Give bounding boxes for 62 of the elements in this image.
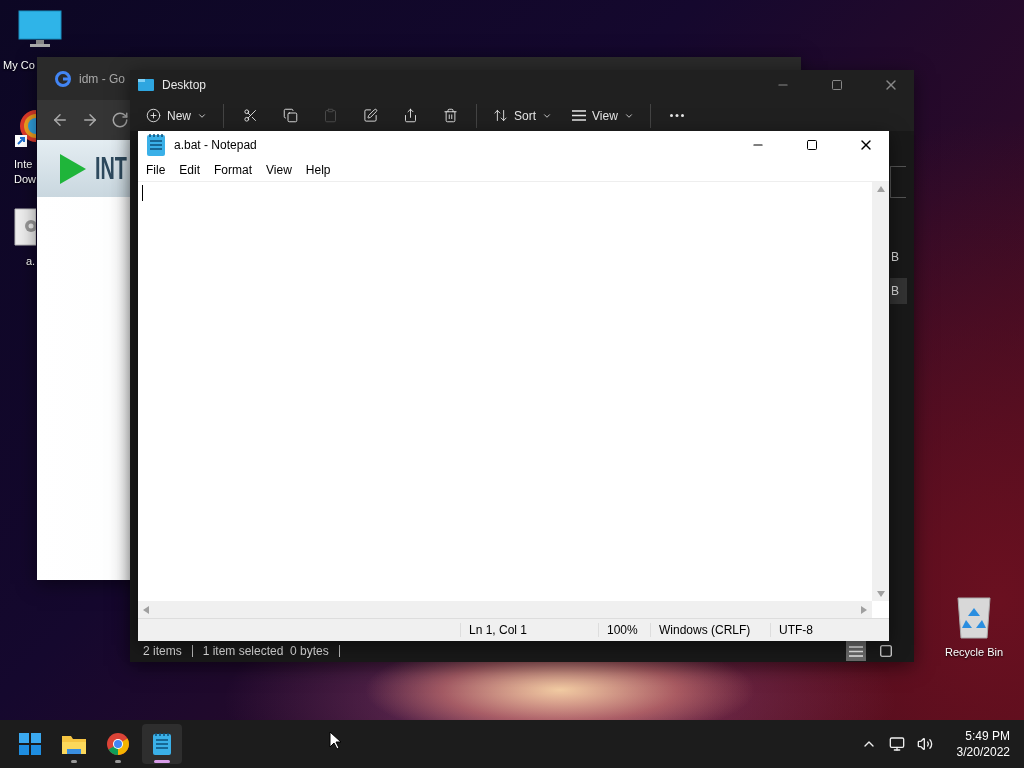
app-shortcut-icon [14, 108, 36, 148]
desktop-icon-label[interactable]: My Co [3, 58, 35, 73]
horizontal-scrollbar[interactable] [138, 601, 872, 618]
desktop-icon-label[interactable]: Inte [14, 157, 33, 172]
maximize-icon [806, 139, 818, 151]
back-icon[interactable] [51, 111, 69, 129]
more-icon [669, 114, 684, 117]
desktop-icon-label[interactable]: a. [26, 254, 36, 269]
menu-item[interactable]: Help [298, 163, 338, 177]
status-text: Windows (CRLF) [650, 623, 770, 637]
scroll-right-icon [861, 605, 867, 614]
windows-start-icon [18, 732, 42, 756]
notepad-icon [152, 732, 172, 756]
reload-icon[interactable] [111, 111, 129, 129]
network-icon [888, 736, 905, 752]
menu-item[interactable]: View [259, 163, 299, 177]
window-title: a.bat - Notepad [174, 138, 257, 152]
taskbar-app-button[interactable] [142, 724, 182, 764]
status-text: 100% [598, 623, 650, 637]
file-size-cell[interactable]: B [890, 244, 907, 270]
details-view-button[interactable] [846, 641, 866, 661]
mouse-pointer-icon [329, 730, 341, 750]
vertical-scrollbar[interactable] [872, 182, 889, 601]
google-icon [55, 70, 71, 87]
settings-file-icon [14, 208, 36, 246]
clock-time[interactable]: 5:49 PM [965, 728, 1010, 744]
browser-tab-title[interactable]: idm - Go [79, 71, 125, 86]
desktop-icon-label[interactable]: Dow [14, 172, 36, 187]
status-text: UTF-8 [770, 623, 880, 637]
forward-icon[interactable] [81, 111, 99, 129]
scroll-left-icon [143, 605, 149, 614]
clock-date[interactable]: 3/20/2022 [956, 744, 1010, 760]
scroll-down-icon [876, 591, 885, 597]
notepad-icon [146, 133, 166, 157]
recycle-bin-icon [956, 596, 992, 640]
menu-item[interactable]: Format [207, 163, 260, 177]
sort-icon [493, 108, 508, 123]
tiles-icon [879, 644, 893, 658]
play-logo-icon [59, 152, 87, 185]
monitor-icon [18, 10, 62, 48]
sort-button[interactable]: Sort [485, 102, 561, 129]
scroll-up-icon [876, 186, 885, 192]
details-icon [849, 645, 863, 657]
menu-item[interactable]: Edit [172, 163, 208, 177]
file-size-cell[interactable]: B [890, 278, 907, 304]
new-button[interactable]: New [138, 102, 215, 129]
add-icon [146, 108, 161, 123]
chrome-icon [106, 732, 130, 756]
status-text: 1 item selected 0 bytes [202, 644, 329, 658]
volume-icon [916, 736, 933, 752]
view-icon [572, 110, 587, 121]
view-button[interactable]: View [564, 102, 642, 129]
status-text: 2 items [143, 644, 182, 658]
menu-item[interactable]: File [139, 163, 173, 177]
window-title: Desktop [162, 78, 207, 92]
search-field[interactable] [890, 166, 906, 198]
maximize-icon [831, 79, 843, 91]
desktop-icon-label[interactable]: Recycle Bin [945, 645, 1004, 660]
status-text: Ln 1, Col 1 [460, 623, 598, 637]
folder-icon [61, 733, 87, 755]
banner-logo-text: INT [95, 150, 127, 187]
folder-icon [138, 78, 154, 92]
